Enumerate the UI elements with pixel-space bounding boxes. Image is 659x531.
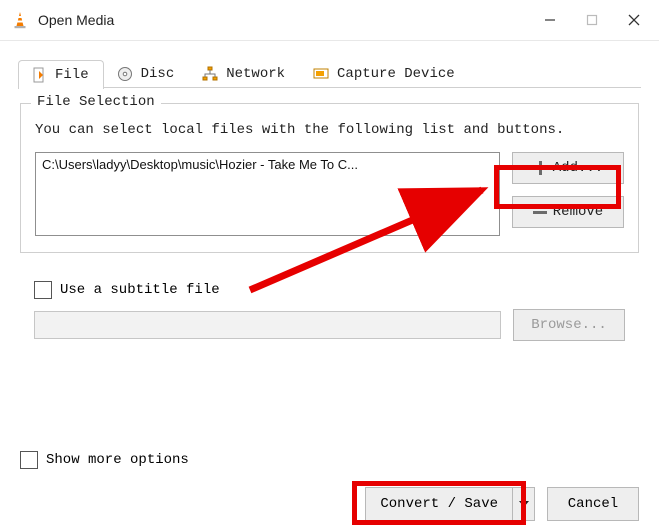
capture-device-icon bbox=[313, 66, 329, 82]
convert-save-dropdown[interactable] bbox=[513, 487, 535, 521]
subtitle-path-input bbox=[34, 311, 501, 339]
close-button[interactable] bbox=[613, 4, 655, 36]
maximize-button[interactable] bbox=[571, 4, 613, 36]
plus-icon bbox=[533, 161, 547, 175]
tab-capture-device[interactable]: Capture Device bbox=[300, 59, 470, 88]
remove-button-label: Remove bbox=[553, 204, 603, 220]
cancel-button-label: Cancel bbox=[568, 496, 618, 512]
minus-icon bbox=[533, 205, 547, 219]
tab-file[interactable]: File bbox=[18, 60, 104, 89]
browse-button-label: Browse... bbox=[531, 317, 607, 333]
show-more-row: Show more options bbox=[20, 451, 639, 469]
convert-save-button[interactable]: Convert / Save bbox=[365, 487, 535, 521]
cancel-button[interactable]: Cancel bbox=[547, 487, 639, 521]
add-button[interactable]: Add... bbox=[512, 152, 624, 184]
file-selection-group: File Selection You can select local file… bbox=[20, 103, 639, 253]
vlc-cone-icon bbox=[10, 10, 30, 30]
chevron-down-icon bbox=[519, 499, 529, 509]
file-selection-title: File Selection bbox=[31, 94, 161, 110]
subtitle-checkbox-label: Use a subtitle file bbox=[60, 282, 220, 298]
convert-save-label[interactable]: Convert / Save bbox=[365, 487, 513, 521]
show-more-label: Show more options bbox=[46, 452, 189, 468]
remove-button[interactable]: Remove bbox=[512, 196, 624, 228]
file-list-item[interactable]: C:\Users\ladyy\Desktop\music\Hozier - Ta… bbox=[42, 157, 493, 172]
tab-disc[interactable]: Disc bbox=[104, 59, 190, 88]
tab-file-label: File bbox=[55, 67, 89, 83]
minimize-button[interactable] bbox=[529, 4, 571, 36]
subtitle-checkbox[interactable] bbox=[34, 281, 52, 299]
subtitle-row: Use a subtitle file bbox=[20, 277, 639, 309]
window-title: Open Media bbox=[38, 12, 529, 28]
tab-capture-label: Capture Device bbox=[337, 66, 455, 82]
browse-button: Browse... bbox=[513, 309, 625, 341]
show-more-checkbox[interactable] bbox=[20, 451, 38, 469]
file-list[interactable]: C:\Users\ladyy\Desktop\music\Hozier - Ta… bbox=[35, 152, 500, 236]
tab-disc-label: Disc bbox=[141, 66, 175, 82]
add-button-label: Add... bbox=[553, 160, 603, 176]
titlebar: Open Media bbox=[0, 0, 659, 40]
network-icon bbox=[202, 66, 218, 82]
file-icon bbox=[31, 67, 47, 83]
tabstrip: File Disc Network Capture Device bbox=[0, 41, 659, 88]
tab-network-label: Network bbox=[226, 66, 285, 82]
disc-icon bbox=[117, 66, 133, 82]
tab-underline bbox=[18, 87, 641, 88]
file-selection-hint: You can select local files with the foll… bbox=[35, 122, 624, 138]
tab-network[interactable]: Network bbox=[189, 59, 300, 88]
